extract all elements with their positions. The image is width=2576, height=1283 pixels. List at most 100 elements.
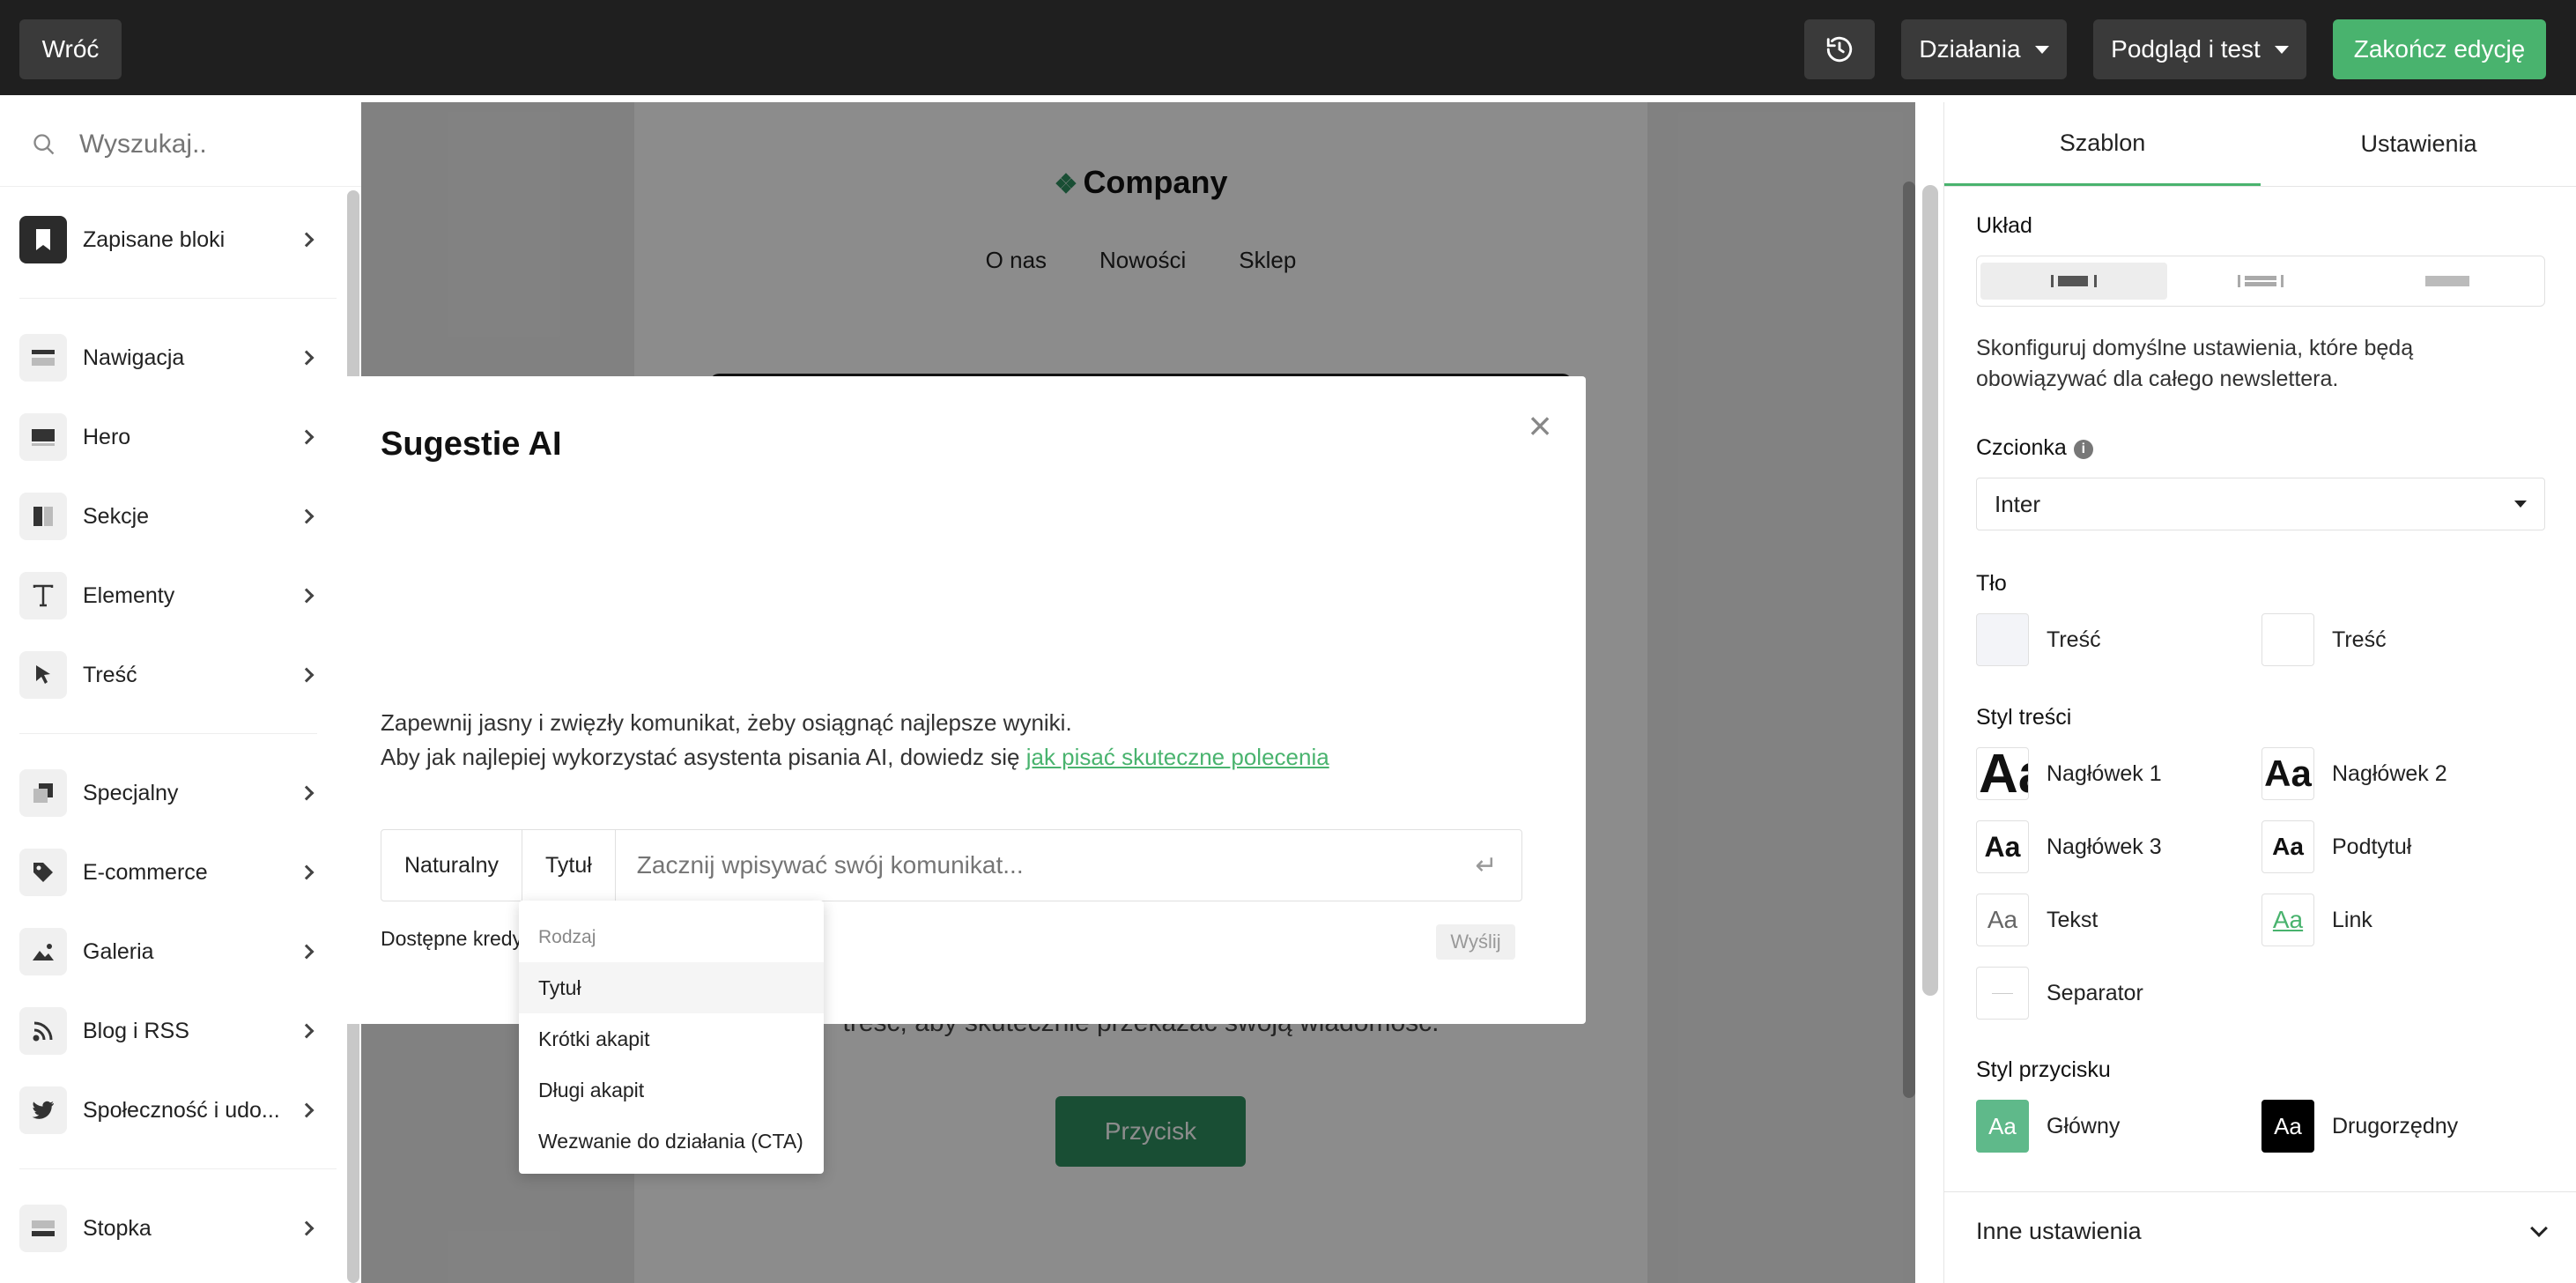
prompt-bar: Naturalny Tytuł ↵ xyxy=(381,829,1522,901)
panel-scrollbar[interactable] xyxy=(1922,185,1938,996)
style-subtitle[interactable]: Aa Podtytuł xyxy=(2261,820,2411,873)
sample-text: Aa xyxy=(1979,747,2028,800)
style-sample: Aa xyxy=(2261,894,2314,946)
sidebar-item-special[interactable]: Specjalny xyxy=(19,768,319,818)
background-content-swatch[interactable]: Treść xyxy=(1976,613,2101,666)
sidebar-item-label: Zapisane bloki xyxy=(83,226,226,252)
font-label: Czcionka i xyxy=(1976,435,2093,461)
style-text[interactable]: Aa Tekst xyxy=(1976,894,2098,946)
style-heading-3[interactable]: Aa Nagłówek 3 xyxy=(1976,820,2162,873)
dropdown-option-cta[interactable]: Wezwanie do działania (CTA) xyxy=(519,1116,824,1167)
layout-option-full[interactable] xyxy=(2354,263,2541,300)
style-separator[interactable]: Separator xyxy=(1976,967,2143,1020)
caret-down-icon xyxy=(2034,45,2049,54)
layout-selector xyxy=(1976,256,2545,307)
sample-text: Aa xyxy=(2272,906,2304,933)
style-label: Główny xyxy=(2047,1113,2121,1138)
chevron-right-icon xyxy=(299,232,315,248)
sidebar-item-social[interactable]: Społeczność i udo... xyxy=(19,1086,319,1135)
text-icon xyxy=(19,572,67,619)
dropdown-header: Rodzaj xyxy=(538,927,596,947)
navigation-icon xyxy=(19,334,67,382)
actions-label: Działania xyxy=(1919,35,2021,63)
style-sample: Aa xyxy=(2261,820,2314,873)
template-description: Skonfiguruj domyślne ustawienia, które b… xyxy=(1976,336,2414,391)
font-select[interactable]: Inter xyxy=(1976,478,2545,530)
sample-text: Aa xyxy=(1988,1112,2017,1139)
prompt-tips-link[interactable]: jak pisać skuteczne polecenia xyxy=(1026,744,1329,770)
modal-description-line-2: Aby jak najlepiej wykorzystać asystenta … xyxy=(381,740,1329,775)
modal-description: Zapewnij jasny i zwięzły komunikat, żeby… xyxy=(381,706,1329,775)
swatch-label: Treść xyxy=(2047,627,2101,652)
dropdown-option-long-paragraph[interactable]: Długi akapit xyxy=(519,1064,824,1116)
image-icon xyxy=(19,928,67,975)
other-settings-expander[interactable]: Inne ustawienia xyxy=(1944,1191,2576,1271)
footer-icon xyxy=(19,1205,67,1252)
chevron-right-icon xyxy=(299,785,315,801)
history-button[interactable] xyxy=(1804,19,1875,79)
close-icon[interactable]: × xyxy=(1521,405,1559,446)
sidebar-item-saved-blocks[interactable]: Zapisane bloki xyxy=(19,215,319,264)
prompt-input[interactable] xyxy=(615,830,1451,901)
chevron-right-icon xyxy=(299,588,315,604)
divider xyxy=(19,1168,337,1169)
twitter-icon xyxy=(19,1086,67,1134)
tab-settings[interactable]: Ustawienia xyxy=(2261,102,2576,186)
sidebar-item-label: Specjalny xyxy=(83,780,179,805)
layout-option-medium[interactable] xyxy=(2167,263,2354,300)
chevron-right-icon xyxy=(299,1220,315,1236)
style-heading-1[interactable]: Aa Nagłówek 1 xyxy=(1976,747,2162,800)
enter-icon[interactable]: ↵ xyxy=(1451,830,1521,901)
tone-selector[interactable]: Naturalny xyxy=(381,830,522,901)
content-style-label: Styl treści xyxy=(1976,705,2072,730)
chevron-right-icon xyxy=(299,429,315,445)
cursor-icon xyxy=(19,651,67,699)
search-bar xyxy=(0,102,361,187)
sections-icon xyxy=(19,493,67,540)
sidebar-item-label: Galeria xyxy=(83,938,154,964)
style-link[interactable]: Aa Link xyxy=(2261,894,2372,946)
sidebar-item-hero[interactable]: Hero xyxy=(19,412,319,462)
sidebar-item-navigation[interactable]: Nawigacja xyxy=(19,333,319,382)
search-input[interactable] xyxy=(79,129,344,159)
back-button[interactable]: Wróć xyxy=(19,19,122,79)
blocks-sidebar: Zapisane bloki Nawigacja Hero Sekcje Ele… xyxy=(0,102,361,1283)
send-button-label: Wyślij xyxy=(1450,931,1501,953)
dropdown-option-title[interactable]: Tytuł xyxy=(519,962,824,1013)
sidebar-item-label: Treść xyxy=(83,662,137,687)
background-label: Tło xyxy=(1976,571,2007,596)
button-style-secondary[interactable]: Aa Drugorzędny xyxy=(2261,1100,2458,1153)
sidebar-item-content[interactable]: Treść xyxy=(19,650,319,700)
layout-full-icon xyxy=(2425,276,2469,286)
sidebar-item-elements[interactable]: Elementy xyxy=(19,571,319,620)
chevron-right-icon xyxy=(299,350,315,366)
layout-option-narrow[interactable] xyxy=(1980,263,2167,300)
info-icon[interactable]: i xyxy=(2073,440,2093,459)
preview-test-dropdown[interactable]: Podgląd i test xyxy=(2093,19,2306,79)
sidebar-item-label: Społeczność i udo... xyxy=(83,1097,280,1123)
style-heading-2[interactable]: Aa Nagłówek 2 xyxy=(2261,747,2447,800)
send-button[interactable]: Wyślij xyxy=(1436,924,1515,960)
sidebar-item-sections[interactable]: Sekcje xyxy=(19,492,319,541)
sidebar-item-footer[interactable]: Stopka xyxy=(19,1204,319,1253)
sidebar-item-blog-rss[interactable]: Blog i RSS xyxy=(19,1006,319,1056)
layout-medium-icon xyxy=(2238,275,2284,287)
sidebar-item-gallery[interactable]: Galeria xyxy=(19,927,319,976)
finish-edit-label: Zakończ edycję xyxy=(2353,35,2526,63)
type-selector[interactable]: Tytuł xyxy=(522,830,616,901)
button-style-primary[interactable]: Aa Główny xyxy=(1976,1100,2120,1153)
chevron-right-icon xyxy=(299,508,315,524)
finish-edit-button[interactable]: Zakończ edycję xyxy=(2333,19,2546,79)
actions-dropdown[interactable]: Działania xyxy=(1901,19,2067,79)
dropdown-option-short-paragraph[interactable]: Krótki akapit xyxy=(519,1013,824,1064)
style-sample: Aa xyxy=(1976,1100,2029,1153)
style-label: Podtytuł xyxy=(2332,834,2412,859)
style-label: Nagłówek 2 xyxy=(2332,760,2447,786)
tab-template[interactable]: Szablon xyxy=(1944,102,2261,186)
sidebar-item-label: Hero xyxy=(83,424,131,449)
font-select-value: Inter xyxy=(1995,490,2041,517)
sidebar-item-label: E-commerce xyxy=(83,859,208,885)
background-page-swatch[interactable]: Treść xyxy=(2261,613,2387,666)
style-sample: Aa xyxy=(1976,820,2029,873)
sidebar-item-ecommerce[interactable]: E-commerce xyxy=(19,848,319,897)
